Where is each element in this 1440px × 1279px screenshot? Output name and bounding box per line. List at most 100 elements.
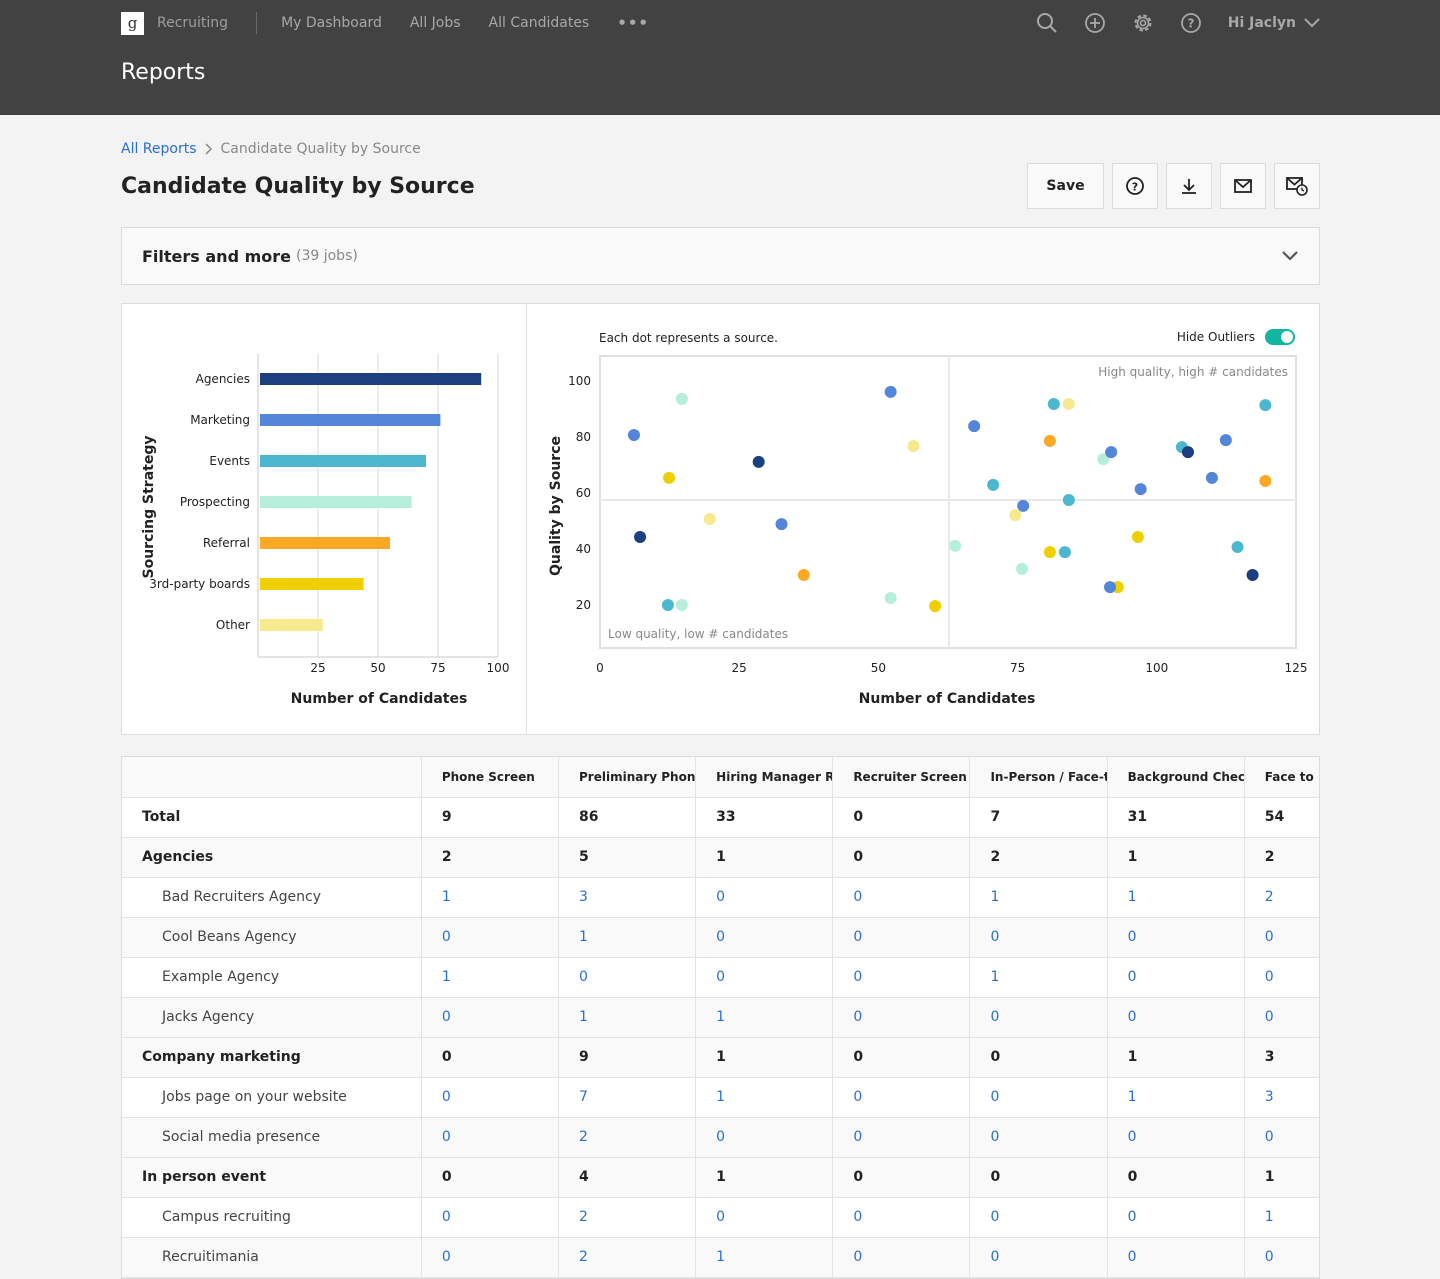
scatter-point[interactable] — [907, 439, 920, 452]
count-link[interactable]: 0 — [421, 1237, 560, 1278]
count-link[interactable]: 1 — [1107, 877, 1245, 918]
scatter-point[interactable] — [1105, 446, 1118, 459]
count-link[interactable]: 0 — [695, 1197, 834, 1238]
count-link[interactable]: 1 — [695, 1237, 834, 1278]
scatter-point[interactable] — [1205, 471, 1218, 484]
scatter-point[interactable] — [929, 600, 942, 613]
column-header[interactable]: Phone Screen — [421, 757, 560, 798]
column-header[interactable]: Preliminary Phone Screen — [558, 757, 697, 798]
count-link[interactable]: 0 — [832, 1197, 971, 1238]
count-link[interactable]: 0 — [832, 1117, 971, 1158]
count-link[interactable]: 1 — [421, 957, 560, 998]
scatter-point[interactable] — [675, 392, 688, 405]
chevron-down-icon[interactable] — [1281, 250, 1299, 262]
count-link[interactable]: 0 — [969, 917, 1108, 958]
count-link[interactable]: 0 — [1107, 997, 1245, 1038]
count-link[interactable]: 0 — [969, 1117, 1108, 1158]
bar-prospecting[interactable] — [260, 496, 412, 508]
scatter-point[interactable] — [1104, 581, 1117, 594]
count-link[interactable]: 0 — [1244, 997, 1319, 1038]
schedule-email-button[interactable] — [1274, 163, 1320, 209]
scatter-point[interactable] — [1134, 483, 1147, 496]
count-link[interactable]: 0 — [1107, 1237, 1245, 1278]
scatter-point[interactable] — [1058, 546, 1071, 559]
count-link[interactable]: 0 — [1107, 957, 1245, 998]
scatter-point[interactable] — [1181, 446, 1194, 459]
nav-my-dashboard[interactable]: My Dashboard — [281, 15, 382, 31]
scatter-point[interactable] — [661, 599, 674, 611]
scatter-point[interactable] — [675, 599, 688, 611]
bar-agencies[interactable] — [260, 373, 482, 385]
scatter-point[interactable] — [663, 471, 676, 484]
search-icon[interactable] — [1036, 12, 1058, 34]
scatter-point[interactable] — [1009, 509, 1022, 522]
count-link[interactable]: 1 — [695, 1077, 834, 1118]
scatter-point[interactable] — [775, 518, 788, 531]
scatter-point[interactable] — [634, 530, 647, 543]
count-link[interactable]: 1 — [1244, 1197, 1319, 1238]
column-header[interactable]: In-Person / Face-to-Face — [969, 757, 1108, 798]
count-link[interactable]: 0 — [832, 917, 971, 958]
breadcrumb-all-reports[interactable]: All Reports — [121, 141, 197, 157]
scatter-point[interactable] — [1043, 546, 1056, 559]
help-icon[interactable]: ? — [1180, 12, 1202, 34]
count-link[interactable]: 2 — [558, 1237, 697, 1278]
scatter-point[interactable] — [1259, 399, 1272, 412]
pipeline-table-container[interactable]: Phone ScreenPreliminary Phone ScreenHiri… — [121, 756, 1320, 1279]
nav-all-candidates[interactable]: All Candidates — [489, 15, 590, 31]
count-link[interactable]: 0 — [421, 1117, 560, 1158]
scatter-point[interactable] — [1246, 569, 1259, 582]
count-link[interactable]: 0 — [1107, 1117, 1245, 1158]
count-link[interactable]: 0 — [421, 1197, 560, 1238]
scatter-point[interactable] — [884, 592, 897, 604]
count-link[interactable]: 1 — [969, 957, 1108, 998]
count-link[interactable]: 0 — [695, 957, 834, 998]
count-link[interactable]: 0 — [695, 1117, 834, 1158]
bar-marketing[interactable] — [260, 414, 441, 426]
count-link[interactable]: 0 — [421, 917, 560, 958]
bar-other[interactable] — [260, 619, 323, 631]
count-link[interactable]: 2 — [558, 1197, 697, 1238]
count-link[interactable]: 1 — [421, 877, 560, 918]
save-button[interactable]: Save — [1027, 163, 1104, 209]
nav-all-jobs[interactable]: All Jobs — [410, 15, 461, 31]
column-header[interactable]: Background Check — [1107, 757, 1245, 798]
user-menu[interactable]: Hi Jaclyn — [1228, 15, 1320, 31]
greenhouse-logo-icon[interactable]: g — [121, 11, 144, 35]
count-link[interactable]: 0 — [1107, 917, 1245, 958]
scatter-point[interactable] — [1062, 397, 1075, 410]
count-link[interactable]: 1 — [695, 997, 834, 1038]
count-link[interactable]: 0 — [695, 917, 834, 958]
scatter-point[interactable] — [627, 429, 640, 442]
count-link[interactable]: 1 — [558, 997, 697, 1038]
bar-referral[interactable] — [260, 537, 390, 549]
gear-icon[interactable] — [1132, 12, 1154, 34]
count-link[interactable]: 0 — [832, 997, 971, 1038]
scatter-point[interactable] — [1043, 434, 1056, 447]
count-link[interactable]: 0 — [421, 1077, 560, 1118]
bar-events[interactable] — [260, 455, 426, 467]
scatter-point[interactable] — [1259, 474, 1272, 487]
count-link[interactable]: 0 — [695, 877, 834, 918]
more-menu-icon[interactable]: ••• — [617, 14, 649, 32]
count-link[interactable]: 0 — [1107, 1197, 1245, 1238]
count-link[interactable]: 7 — [558, 1077, 697, 1118]
scatter-point[interactable] — [1131, 530, 1144, 543]
scatter-point[interactable] — [1219, 434, 1232, 447]
count-link[interactable]: 0 — [558, 957, 697, 998]
count-link[interactable]: 0 — [1244, 957, 1319, 998]
column-header[interactable]: Hiring Manager Review — [695, 757, 834, 798]
count-link[interactable]: 0 — [969, 1237, 1108, 1278]
scatter-point[interactable] — [884, 385, 897, 398]
count-link[interactable]: 0 — [969, 1197, 1108, 1238]
add-circle-icon[interactable] — [1084, 12, 1106, 34]
count-link[interactable]: 0 — [1244, 1237, 1319, 1278]
hide-outliers-toggle[interactable] — [1265, 329, 1295, 345]
filters-panel-toggle[interactable]: Filters and more (39 jobs) — [121, 227, 1320, 285]
count-link[interactable]: 0 — [969, 997, 1108, 1038]
download-button[interactable] — [1166, 163, 1212, 209]
bar-3rd-party-boards[interactable] — [260, 578, 364, 590]
count-link[interactable]: 0 — [969, 1077, 1108, 1118]
count-link[interactable]: 0 — [832, 1077, 971, 1118]
count-link[interactable]: 0 — [832, 1237, 971, 1278]
